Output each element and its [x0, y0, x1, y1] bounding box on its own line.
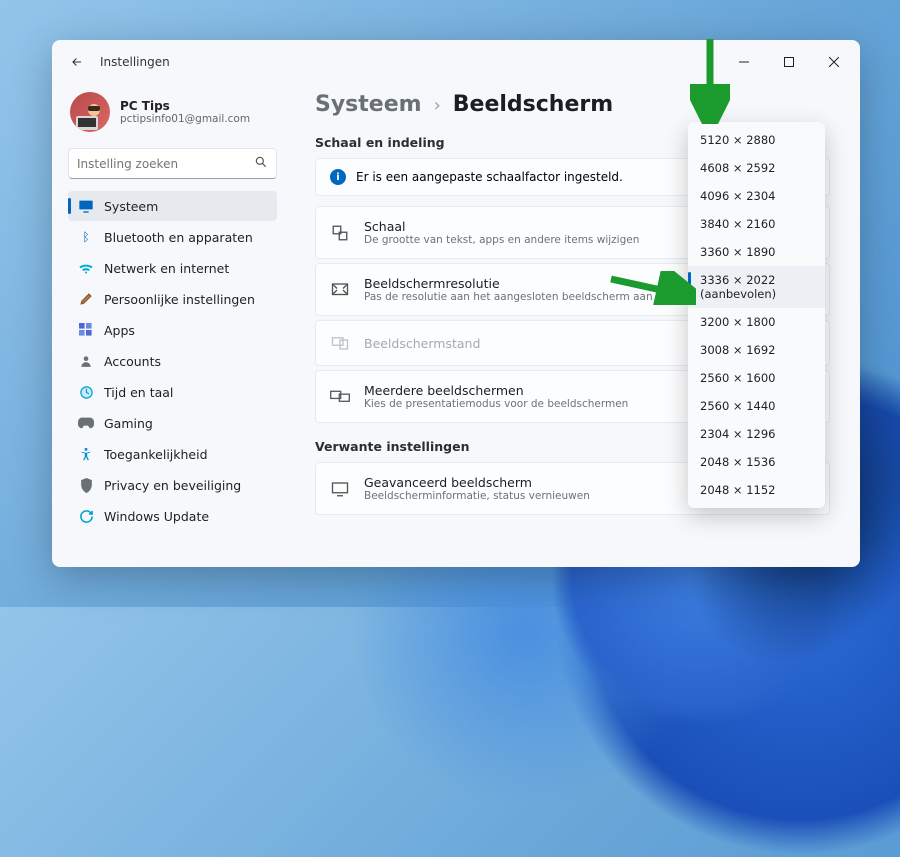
monitor-icon	[330, 479, 350, 499]
app-title: Instellingen	[100, 55, 170, 69]
search-box[interactable]	[68, 148, 277, 179]
sidebar-item-time-language[interactable]: Tijd en taal	[68, 377, 277, 407]
resolution-option[interactable]: 3200 × 1800	[688, 308, 825, 336]
sidebar: PC Tips pctipsinfo01@gmail.com Systeem ᛒ…	[52, 82, 287, 567]
maximize-button[interactable]	[766, 48, 811, 76]
resolution-option[interactable]: 2048 × 1152	[688, 476, 825, 504]
update-icon	[78, 508, 94, 524]
sidebar-item-label: Windows Update	[104, 509, 209, 524]
resolution-option[interactable]: 2304 × 1296	[688, 420, 825, 448]
shield-icon	[78, 477, 94, 493]
scale-icon	[330, 223, 350, 243]
sidebar-item-accounts[interactable]: Accounts	[68, 346, 277, 376]
breadcrumb: Systeem › Beeldscherm	[315, 92, 830, 117]
profile-email: pctipsinfo01@gmail.com	[120, 113, 250, 125]
back-button[interactable]	[66, 51, 88, 73]
banner-text: Er is een aangepaste schaalfactor ingest…	[356, 170, 623, 184]
avatar	[70, 92, 110, 132]
sidebar-item-label: Accounts	[104, 354, 161, 369]
profile-block[interactable]: PC Tips pctipsinfo01@gmail.com	[68, 88, 277, 144]
minimize-button[interactable]	[721, 48, 766, 76]
bluetooth-icon: ᛒ	[78, 229, 94, 245]
sidebar-item-label: Tijd en taal	[104, 385, 173, 400]
breadcrumb-parent[interactable]: Systeem	[315, 92, 422, 117]
sidebar-item-accessibility[interactable]: Toegankelijkheid	[68, 439, 277, 469]
sidebar-item-bluetooth[interactable]: ᛒ Bluetooth en apparaten	[68, 222, 277, 252]
resolution-option[interactable]: 3360 × 1890	[688, 238, 825, 266]
sidebar-item-label: Gaming	[104, 416, 153, 431]
person-icon	[78, 353, 94, 369]
sidebar-item-label: Persoonlijke instellingen	[104, 292, 255, 307]
sidebar-item-label: Apps	[104, 323, 135, 338]
sidebar-item-update[interactable]: Windows Update	[68, 501, 277, 531]
sidebar-item-apps[interactable]: Apps	[68, 315, 277, 345]
titlebar: Instellingen	[52, 40, 860, 82]
profile-name: PC Tips	[120, 99, 250, 113]
chevron-right-icon: ›	[434, 95, 441, 116]
resolution-option[interactable]: 3336 × 2022 (aanbevolen)	[688, 266, 825, 308]
close-button[interactable]	[811, 48, 856, 76]
sidebar-item-privacy[interactable]: Privacy en beveiliging	[68, 470, 277, 500]
resolution-option[interactable]: 2560 × 1600	[688, 364, 825, 392]
gamepad-icon	[78, 415, 94, 431]
resolution-option[interactable]: 3840 × 2160	[688, 210, 825, 238]
sidebar-item-label: Toegankelijkheid	[104, 447, 208, 462]
page-title: Beeldscherm	[453, 92, 613, 117]
sidebar-item-label: Bluetooth en apparaten	[104, 230, 253, 245]
resolution-option[interactable]: 5120 × 2880	[688, 126, 825, 154]
resolution-option[interactable]: 2560 × 1440	[688, 392, 825, 420]
resolution-icon	[330, 280, 350, 300]
resolution-dropdown[interactable]: 5120 × 28804608 × 25924096 × 23043840 × …	[688, 122, 825, 508]
info-icon: i	[330, 169, 346, 185]
sidebar-item-network[interactable]: Netwerk en internet	[68, 253, 277, 283]
nav-list: Systeem ᛒ Bluetooth en apparaten Netwerk…	[68, 191, 277, 531]
sidebar-item-label: Netwerk en internet	[104, 261, 229, 276]
resolution-option[interactable]: 3008 × 1692	[688, 336, 825, 364]
search-input[interactable]	[77, 157, 254, 171]
apps-icon	[78, 322, 94, 338]
sidebar-item-system[interactable]: Systeem	[68, 191, 277, 221]
brush-icon	[78, 291, 94, 307]
globe-clock-icon	[78, 384, 94, 400]
sidebar-item-label: Systeem	[104, 199, 158, 214]
wifi-icon	[78, 260, 94, 276]
resolution-option[interactable]: 2048 × 1536	[688, 448, 825, 476]
search-icon	[254, 154, 268, 173]
multiple-displays-icon	[330, 387, 350, 407]
resolution-option[interactable]: 4096 × 2304	[688, 182, 825, 210]
orientation-icon	[330, 333, 350, 353]
display-icon	[78, 198, 94, 214]
sidebar-item-personalization[interactable]: Persoonlijke instellingen	[68, 284, 277, 314]
accessibility-icon	[78, 446, 94, 462]
sidebar-item-label: Privacy en beveiliging	[104, 478, 241, 493]
sidebar-item-gaming[interactable]: Gaming	[68, 408, 277, 438]
resolution-option[interactable]: 4608 × 2592	[688, 154, 825, 182]
